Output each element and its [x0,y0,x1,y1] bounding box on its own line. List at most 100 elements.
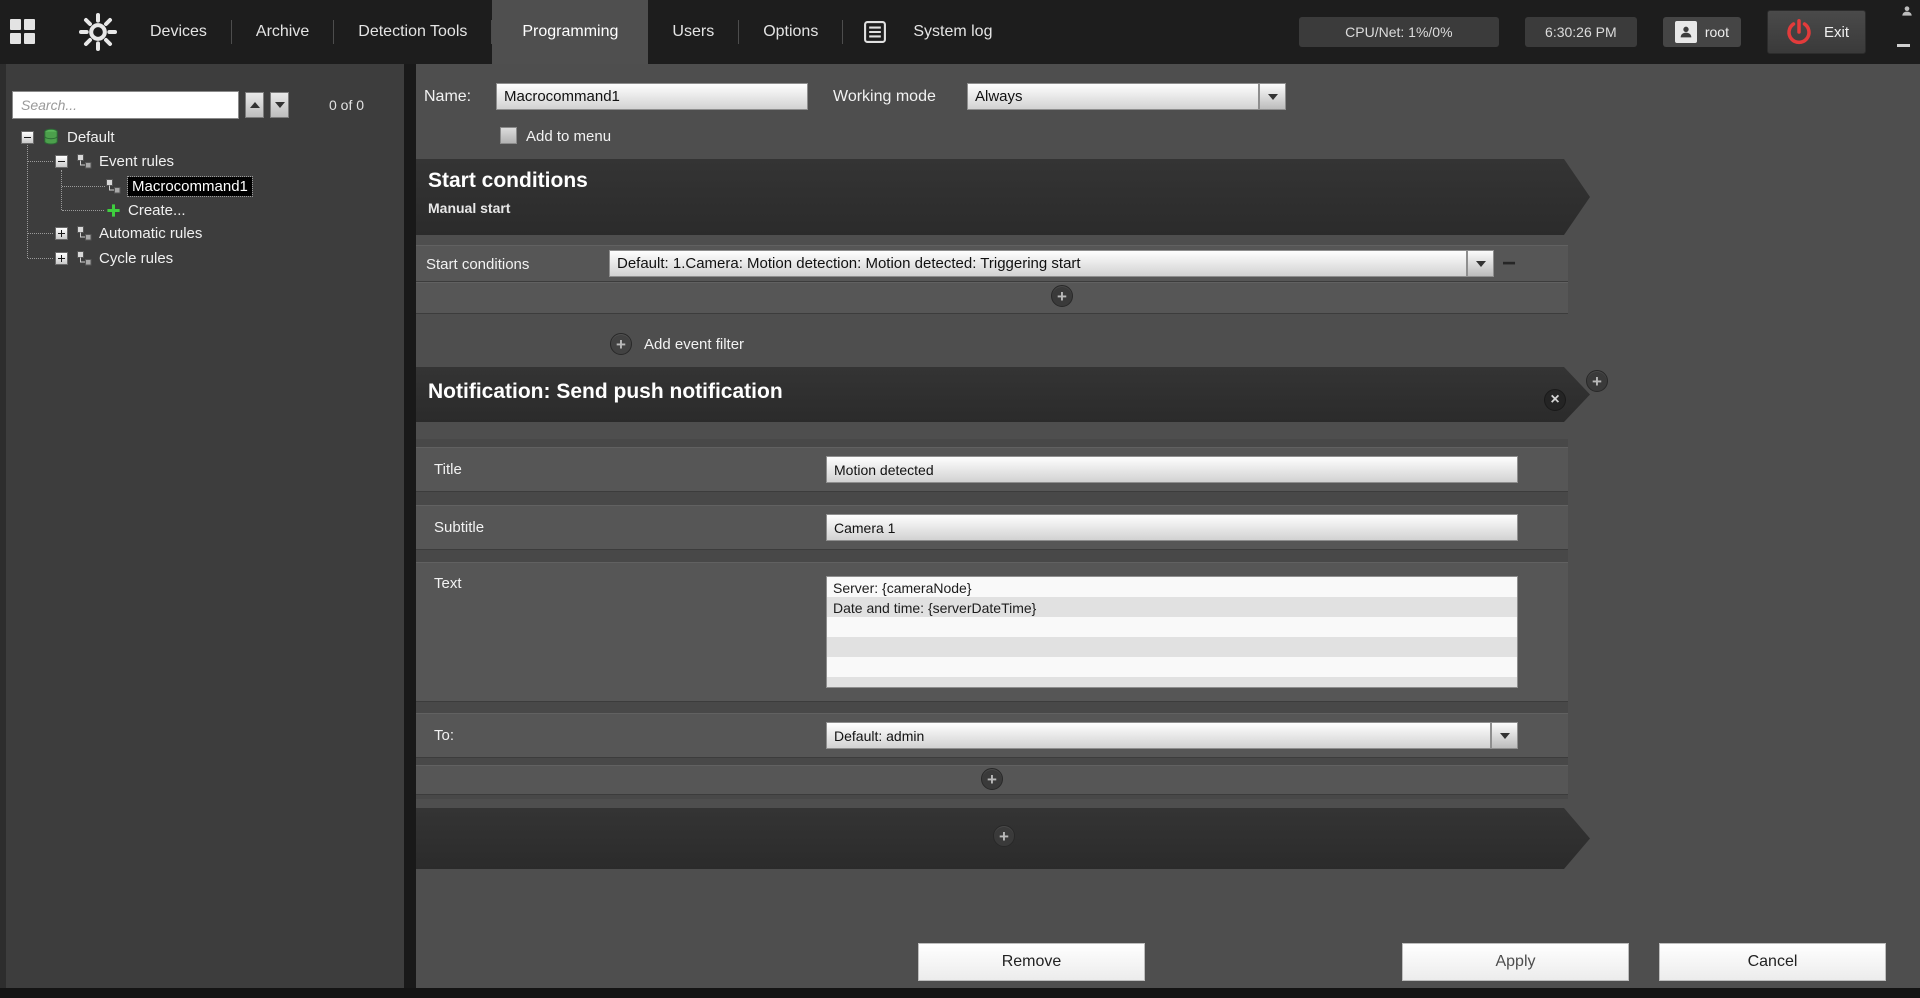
tree-item-create[interactable]: Create... [106,199,186,221]
working-mode-value[interactable] [967,83,1259,110]
text-input[interactable]: Server: {cameraNode} Date and time: {ser… [826,576,1518,688]
tree-guide [27,140,28,258]
window-corner-controls [1890,2,1916,62]
macro-editor-panel: Name: Working mode Add to menu Start con… [416,64,1920,988]
tree-item-macrocommand1[interactable]: Macrocommand1 [105,175,252,197]
add-condition-row [416,282,1568,314]
main-menu: Devices Archive Detection Tools Programm… [126,0,843,64]
system-log-group: System log [847,18,1016,46]
tree-item-automatic-rules[interactable]: Automatic rules [55,222,202,244]
title-field-label: Title [434,461,462,478]
dropdown-arrow-button[interactable] [1259,83,1286,110]
minimize-icon[interactable] [1897,44,1910,47]
start-conditions-subtitle: Manual start [416,193,1590,216]
to-value[interactable] [826,722,1491,749]
object-tree: Default Event rules Macrocommand1 [0,64,404,988]
menu-system-log[interactable]: System log [889,23,1016,41]
subtitle-field-label: Subtitle [434,519,484,536]
tree-collapse-toggle[interactable] [55,155,68,168]
user-icon [1675,21,1697,43]
app-launcher-icon[interactable] [10,19,36,45]
menu-detection-tools[interactable]: Detection Tools [334,23,491,41]
to-dropdown[interactable] [826,722,1518,749]
tree-item-event-rules[interactable]: Event rules [55,150,174,172]
start-conditions-row-label: Start conditions [426,256,529,273]
tree-item-label[interactable]: Event rules [99,153,174,170]
user-name: root [1705,24,1729,40]
remove-condition-button[interactable]: − [1502,252,1516,276]
tree-guide [28,233,53,234]
current-user-badge[interactable]: root [1663,17,1741,47]
menu-devices[interactable]: Devices [126,23,231,41]
tree-guide [28,161,53,162]
macro-icon [105,178,121,194]
apply-button[interactable]: Apply [1402,943,1629,981]
server-database-icon [42,128,60,146]
add-recipient-button[interactable]: + [981,768,1003,790]
menu-users[interactable]: Users [648,23,738,41]
object-tree-panel: 0 of 0 Default [0,64,404,988]
settings-gear-icon[interactable] [78,12,118,52]
session-user-icon[interactable] [1900,4,1914,23]
tree-item-label[interactable]: Cycle rules [99,250,173,267]
chevron-down-icon [1476,261,1486,267]
tree-item-label-selected[interactable]: Macrocommand1 [128,177,252,196]
tree-expand-toggle[interactable] [55,252,68,265]
add-new-action-button[interactable]: + [993,825,1015,847]
start-condition-value[interactable] [609,250,1467,277]
panel-divider[interactable] [404,64,416,988]
start-conditions-title: Start conditions [416,159,1590,193]
menu-options[interactable]: Options [739,23,842,41]
chevron-down-icon [1268,94,1278,100]
tree-item-label[interactable]: Default [67,129,115,146]
chevron-down-icon [1500,733,1510,739]
system-log-icon[interactable] [861,18,889,46]
cpu-net-indicator: CPU/Net: 1%/0% [1299,17,1499,47]
start-conditions-banner: Start conditions Manual start [416,159,1590,235]
exit-label: Exit [1824,24,1849,41]
close-action-button[interactable]: × [1544,389,1566,411]
power-icon [1784,17,1814,47]
add-condition-button[interactable]: + [1051,285,1073,307]
top-menu-bar: Devices Archive Detection Tools Programm… [0,0,1920,64]
tree-guide [62,186,105,187]
tree-collapse-toggle[interactable] [21,131,34,144]
tree-item-label[interactable]: Create... [128,202,186,219]
rules-icon [76,250,92,266]
menu-programming-active-tab[interactable]: Programming [492,0,648,64]
add-action-button[interactable]: + [1586,370,1608,392]
exit-button[interactable]: Exit [1767,10,1866,54]
dropdown-arrow-button[interactable] [1491,722,1518,749]
cancel-button[interactable]: Cancel [1659,943,1886,981]
rules-icon [76,225,92,241]
text-field-label: Text [434,575,462,592]
add-event-filter-icon[interactable]: + [610,333,632,355]
to-field-label: To: [434,727,454,744]
working-mode-dropdown[interactable] [967,83,1286,110]
add-to-menu-label: Add to menu [526,128,611,145]
tree-item-default[interactable]: Default [21,126,115,148]
menu-separator [842,20,843,44]
create-plus-icon [106,203,121,218]
tree-guide [61,170,62,210]
start-condition-dropdown[interactable] [609,250,1494,277]
app-window: Devices Archive Detection Tools Programm… [0,0,1920,998]
status-strip [0,988,1920,998]
clock: 6:30:26 PM [1525,17,1637,47]
add-event-filter-label[interactable]: Add event filter [644,336,744,353]
tree-item-label[interactable]: Automatic rules [99,225,202,242]
name-input[interactable] [496,83,808,110]
menu-archive[interactable]: Archive [232,23,333,41]
subtitle-input[interactable] [826,514,1518,541]
title-input[interactable] [826,456,1518,483]
dropdown-arrow-button[interactable] [1467,250,1494,277]
remove-button[interactable]: Remove [918,943,1145,981]
tree-item-cycle-rules[interactable]: Cycle rules [55,247,173,269]
notification-banner: Notification: Send push notification [416,367,1590,422]
notification-title: Notification: Send push notification [416,367,1590,404]
tree-guide [28,258,53,259]
topbar-status-cluster: CPU/Net: 1%/0% 6:30:26 PM root Exit [1299,10,1866,54]
tree-expand-toggle[interactable] [55,227,68,240]
add-to-menu-checkbox[interactable] [500,127,517,144]
rules-icon [76,153,92,169]
